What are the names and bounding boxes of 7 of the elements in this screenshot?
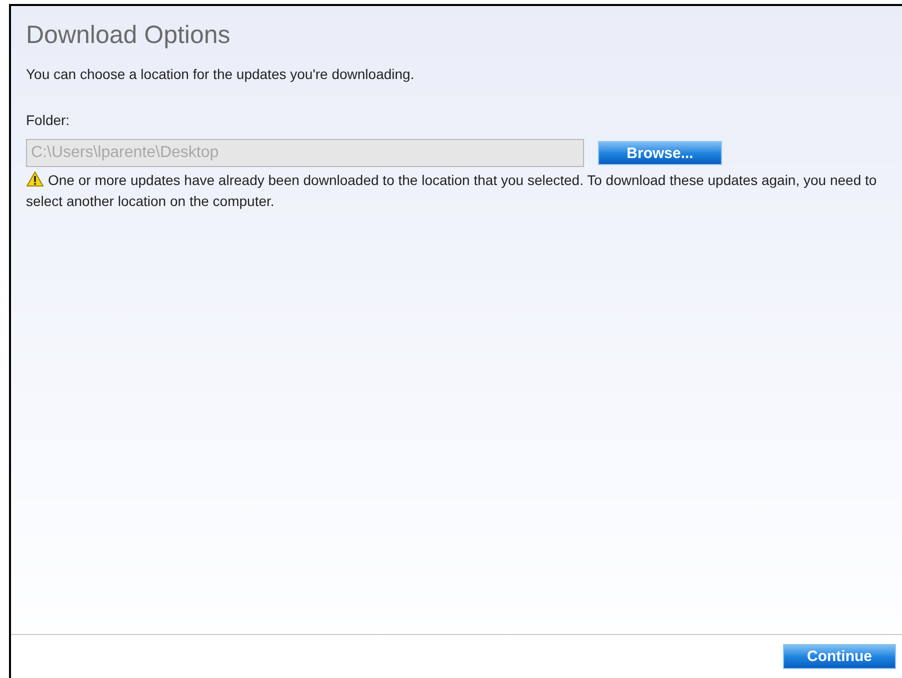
warning-text: One or more updates have already been downloaded to the location that you selected. To download these updates again, you need to select another location on the computer.	[26, 170, 878, 212]
description-text: You can choose a location for the updates you're downloading.	[26, 65, 416, 84]
folder-label: Folder:	[26, 111, 70, 130]
dialog-title: Download Options	[26, 20, 232, 51]
continue-button[interactable]: Continue	[783, 644, 896, 669]
browse-button[interactable]: Browse...	[598, 141, 722, 166]
warning-icon	[26, 171, 44, 188]
